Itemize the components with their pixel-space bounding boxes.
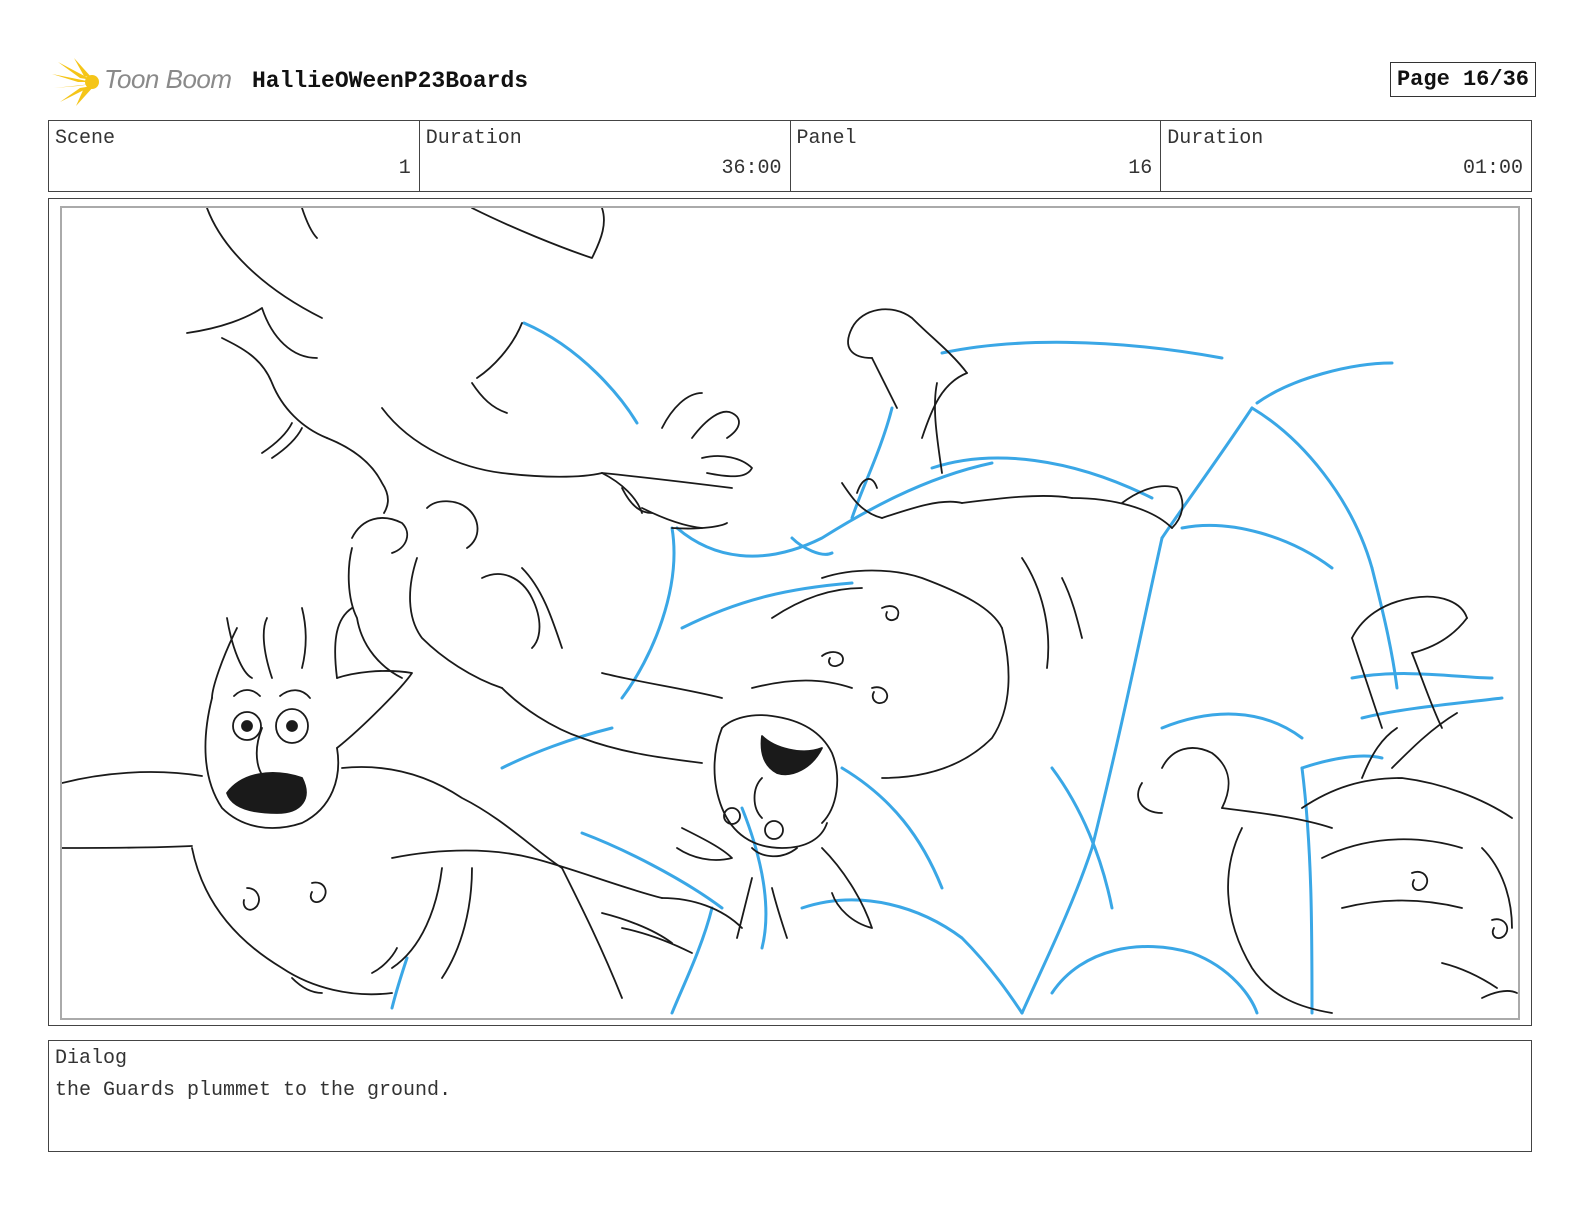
panel-duration-value: 01:00 (1462, 157, 1523, 180)
scene-cell: Scene 1 (49, 121, 420, 191)
panel-duration-cell: Duration 01:00 (1161, 121, 1531, 191)
scene-value: 1 (398, 157, 411, 180)
project-title: HallieOWeenP23Boards (252, 68, 529, 94)
dialog-box: Dialog the Guards plummet to the ground. (48, 1040, 1532, 1152)
scene-duration-cell: Duration 36:00 (420, 121, 791, 191)
scene-duration-label: Duration (425, 127, 522, 150)
panel-duration-label: Duration (1167, 127, 1264, 150)
panel-drawing-area (60, 206, 1520, 1020)
character-sketches (62, 208, 1518, 1014)
panel-label: Panel (796, 127, 857, 150)
scene-duration-value: 36:00 (721, 157, 782, 180)
panel-value: 16 (1128, 157, 1153, 180)
panel-cell: Panel 16 (791, 121, 1162, 191)
page-indicator: Page 16/36 (1389, 62, 1536, 97)
dialog-text: the Guards plummet to the ground. (55, 1079, 452, 1102)
starburst-logo-icon (52, 58, 99, 106)
net-guide-lines (390, 321, 1504, 1015)
info-row: Scene 1 Duration 36:00 Panel 16 Duration… (48, 120, 1532, 192)
logo-wordmark: Toon Boom (104, 64, 232, 94)
storyboard-sketch (62, 208, 1518, 1015)
toon-boom-logo: Toon Boom (52, 54, 242, 106)
scene-label: Scene (55, 127, 116, 150)
panel-frame (48, 198, 1532, 1026)
storyboard-header: Toon Boom HallieOWeenP23Boards Page 16/3… (52, 54, 1536, 106)
dialog-label: Dialog (55, 1047, 128, 1070)
